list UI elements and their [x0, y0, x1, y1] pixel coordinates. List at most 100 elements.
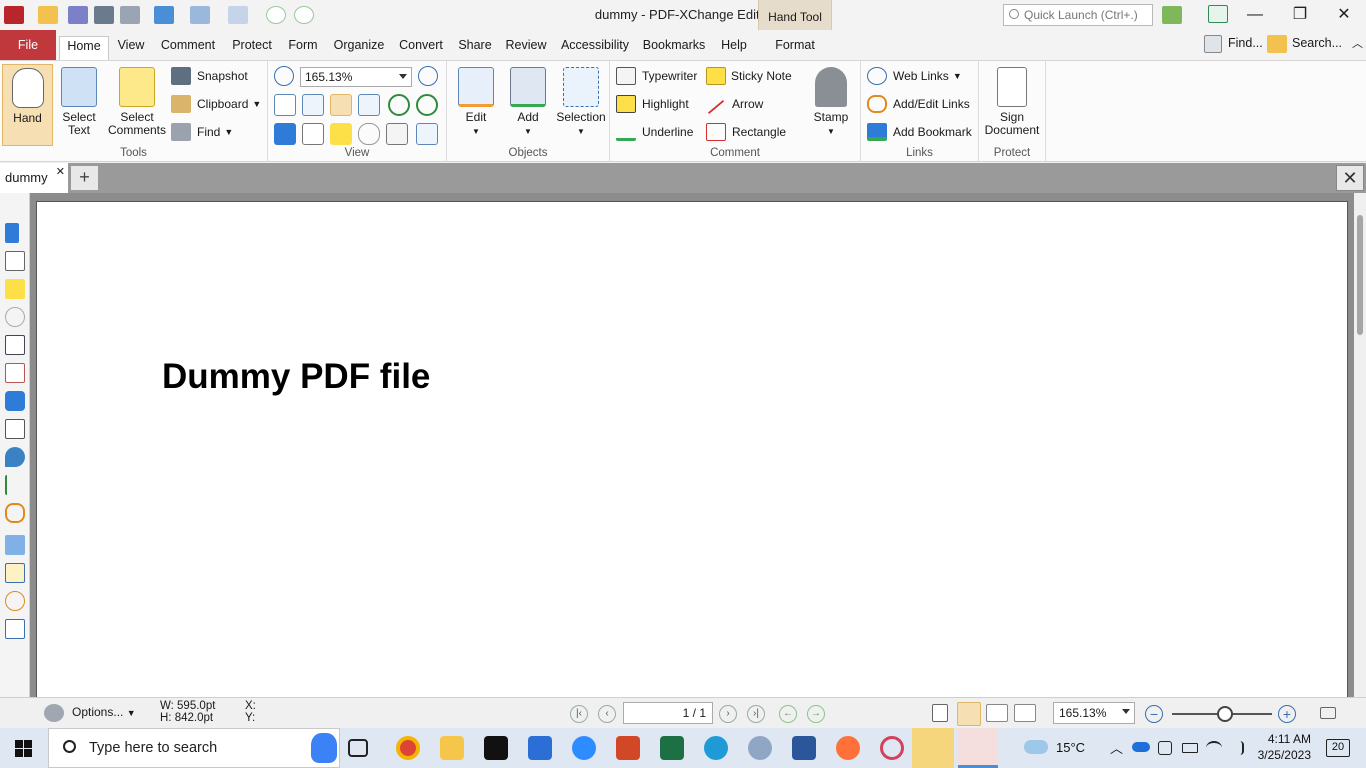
- ui-options-icon[interactable]: [1162, 6, 1182, 24]
- arrow-button[interactable]: Arrow: [706, 93, 763, 115]
- windows-start-icon[interactable]: [15, 740, 32, 757]
- vertical-scrollbar[interactable]: [1354, 193, 1366, 697]
- collapse-ribbon-icon[interactable]: ︿: [1352, 35, 1363, 51]
- rotate-left-icon[interactable]: [388, 94, 410, 116]
- tab-share[interactable]: Share: [455, 36, 495, 60]
- signatures-icon[interactable]: [5, 363, 25, 383]
- prev-page-button[interactable]: ‹: [598, 705, 616, 723]
- tags-icon[interactable]: [5, 535, 25, 555]
- tab-format[interactable]: Format: [768, 36, 822, 60]
- snipping-tool-icon[interactable]: [880, 736, 904, 760]
- highlight-button[interactable]: Highlight: [616, 93, 689, 115]
- tab-protect[interactable]: Protect: [228, 36, 276, 60]
- quick-launch-input[interactable]: Quick Launch (Ctrl+.): [1003, 4, 1153, 26]
- accessibility-icon[interactable]: [5, 591, 25, 611]
- options-button[interactable]: Options... ▼: [72, 705, 136, 719]
- links-icon[interactable]: [5, 503, 25, 523]
- microsoft-store-icon[interactable]: [528, 736, 552, 760]
- edit-button[interactable]: Edit ▼: [451, 67, 501, 138]
- sticky-notes-icon[interactable]: [912, 728, 954, 768]
- zoom-select[interactable]: 165.13%: [300, 67, 412, 87]
- weather-temperature[interactable]: 15°C: [1056, 740, 1085, 755]
- status-zoom-select[interactable]: 165.13%: [1053, 702, 1135, 724]
- thumbnails-icon[interactable]: [5, 251, 25, 271]
- wifi-icon[interactable]: [1206, 741, 1222, 755]
- prev-view-button[interactable]: ←: [779, 705, 797, 723]
- comments-panel-icon[interactable]: [330, 123, 352, 145]
- onedrive-icon[interactable]: [1132, 742, 1150, 752]
- tab-comment[interactable]: Comment: [157, 36, 219, 60]
- tab-convert[interactable]: Convert: [397, 36, 445, 60]
- powerpoint-icon[interactable]: [616, 736, 640, 760]
- tab-accessibility[interactable]: Accessibility: [558, 36, 632, 60]
- tab-file[interactable]: File: [0, 30, 56, 60]
- structure-icon[interactable]: [5, 475, 25, 495]
- add-button[interactable]: Add ▼: [503, 67, 553, 138]
- comments-icon[interactable]: [5, 279, 25, 299]
- tab-form[interactable]: Form: [285, 36, 321, 60]
- articles-icon[interactable]: [5, 419, 25, 439]
- show-hidden-icons-icon[interactable]: ︿: [1110, 738, 1123, 757]
- fit-width-icon[interactable]: [330, 94, 352, 116]
- document-tab[interactable]: dummy ✕: [0, 163, 68, 193]
- add-edit-links-button[interactable]: Add/Edit Links: [867, 93, 970, 115]
- maximize-button[interactable]: ❐: [1277, 0, 1323, 30]
- rotate-right-icon[interactable]: [416, 94, 438, 116]
- underline-button[interactable]: Underline: [616, 121, 693, 143]
- chrome-icon[interactable]: [396, 736, 420, 760]
- continuous-page-icon[interactable]: [957, 702, 981, 726]
- zoom-in-icon[interactable]: [418, 66, 438, 86]
- add-bookmark-button[interactable]: Add Bookmark: [867, 121, 972, 143]
- firefox-icon[interactable]: [836, 736, 860, 760]
- selection-button[interactable]: Selection ▼: [553, 67, 609, 138]
- content-icon[interactable]: [5, 335, 25, 355]
- fullscreen-icon[interactable]: [1208, 5, 1228, 23]
- bookmarks-icon[interactable]: [5, 223, 19, 243]
- content-panel-icon[interactable]: [386, 123, 408, 145]
- notifications-badge[interactable]: 20: [1326, 739, 1350, 757]
- pages-panel-icon[interactable]: [302, 123, 324, 145]
- web-links-button[interactable]: Web Links ▼: [867, 65, 962, 87]
- word-icon[interactable]: [792, 736, 816, 760]
- status-zoom-out-button[interactable]: −: [1145, 705, 1163, 723]
- destinations-icon[interactable]: [5, 447, 25, 467]
- stamp-button[interactable]: Stamp ▼: [808, 67, 854, 138]
- order-icon[interactable]: [5, 563, 25, 583]
- rectangle-button[interactable]: Rectangle: [706, 121, 786, 143]
- first-page-button[interactable]: |‹: [570, 705, 588, 723]
- taskbar-search-box[interactable]: Type here to search: [48, 728, 340, 768]
- hand-tool-button[interactable]: Hand: [2, 64, 53, 146]
- bookmarks-panel-icon[interactable]: [274, 123, 296, 145]
- next-view-button[interactable]: →: [807, 705, 825, 723]
- close-tab-icon[interactable]: ✕: [56, 165, 65, 178]
- scrollbar-thumb[interactable]: [1357, 215, 1363, 335]
- status-zoom-in-button[interactable]: +: [1278, 705, 1296, 723]
- sign-document-button[interactable]: Sign Document: [981, 67, 1043, 137]
- snapshot-button[interactable]: Snapshot: [171, 65, 248, 87]
- properties-panel-icon[interactable]: [416, 123, 438, 145]
- search-button[interactable]: Search...: [1292, 36, 1342, 50]
- continuous-facing-icon[interactable]: [1014, 704, 1036, 722]
- tab-bookmarks[interactable]: Bookmarks: [642, 36, 706, 60]
- attachments-panel-icon[interactable]: [358, 123, 380, 145]
- tab-view[interactable]: View: [113, 36, 149, 60]
- volume-icon[interactable]: [1230, 741, 1244, 755]
- zoom-out-icon[interactable]: [274, 66, 294, 86]
- clipboard-button[interactable]: Clipboard ▼: [171, 93, 261, 115]
- select-comments-button[interactable]: Select Comments: [104, 67, 170, 137]
- fullscreen-toggle-icon[interactable]: [1320, 707, 1336, 719]
- attachments-icon[interactable]: [5, 307, 25, 327]
- battery-icon[interactable]: [1182, 743, 1198, 753]
- r-app-icon[interactable]: [748, 736, 772, 760]
- find-tool-button[interactable]: Find ▼: [171, 121, 233, 143]
- layers-icon[interactable]: [5, 391, 25, 411]
- minimize-button[interactable]: —: [1232, 0, 1278, 30]
- accessibility-check-icon[interactable]: [5, 619, 25, 639]
- clock[interactable]: 4:11 AM 3/25/2023: [1255, 731, 1311, 763]
- fit-visible-icon[interactable]: [358, 94, 380, 116]
- select-text-button[interactable]: Select Text: [55, 67, 103, 137]
- sticky-note-button[interactable]: Sticky Note: [706, 65, 792, 87]
- task-view-icon[interactable]: [348, 739, 368, 757]
- tab-home[interactable]: Home: [59, 36, 109, 60]
- tab-help[interactable]: Help: [716, 36, 752, 60]
